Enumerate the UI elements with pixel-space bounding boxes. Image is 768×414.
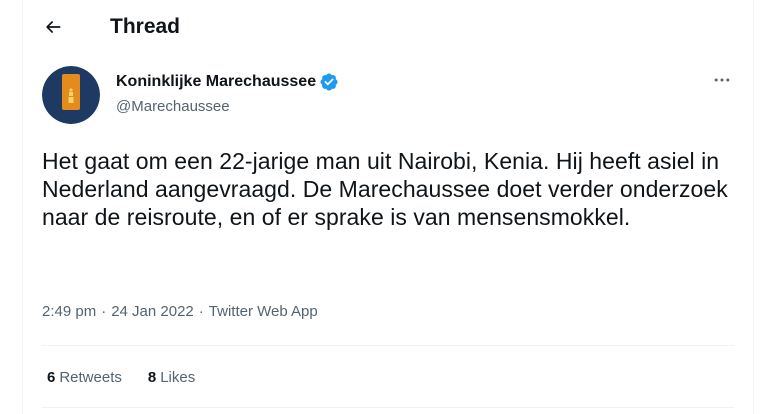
back-button[interactable]: [35, 11, 71, 47]
retweets-count: 6: [47, 369, 56, 386]
meta-separator: ·: [101, 303, 107, 320]
more-options-button[interactable]: [710, 70, 734, 94]
marechaussee-logo-icon: [42, 66, 100, 124]
tweet-date[interactable]: 24 Jan 2022: [111, 303, 194, 320]
divider: [42, 407, 734, 408]
tweet-stats: 6 Retweets 8 Likes: [47, 369, 221, 386]
retweets-stat[interactable]: 6 Retweets: [47, 369, 122, 386]
tweet-source[interactable]: Twitter Web App: [209, 303, 318, 320]
likes-count: 8: [147, 369, 157, 386]
author-name[interactable]: Koninklijke Marechaussee: [116, 73, 316, 91]
tweet-text: Het gaat om een 22-jarige man uit Nairob…: [42, 148, 728, 230]
likes-label: Likes: [160, 369, 196, 386]
avatar[interactable]: [42, 66, 100, 124]
thread-column: Thread Koninklijke Marechaussee @Marecha…: [22, 0, 754, 414]
meta-separator: ·: [198, 303, 204, 320]
verified-badge-icon: [319, 72, 339, 92]
tweet-time[interactable]: 2:49 pm: [42, 303, 96, 320]
likes-stat[interactable]: 8 Likes: [148, 369, 195, 386]
arrow-left-icon: [43, 17, 63, 42]
more-horizontal-icon: [712, 70, 732, 95]
retweets-label: Retweets: [59, 369, 122, 386]
thread-header: Thread: [23, 0, 753, 58]
divider: [42, 345, 734, 346]
tweet-metadata: 2:49 pm · 24 Jan 2022 · Twitter Web App: [42, 303, 318, 320]
page-title: Thread: [110, 15, 181, 38]
author-handle[interactable]: @Marechaussee: [116, 98, 230, 115]
author-name-row[interactable]: Koninklijke Marechaussee: [116, 72, 339, 92]
